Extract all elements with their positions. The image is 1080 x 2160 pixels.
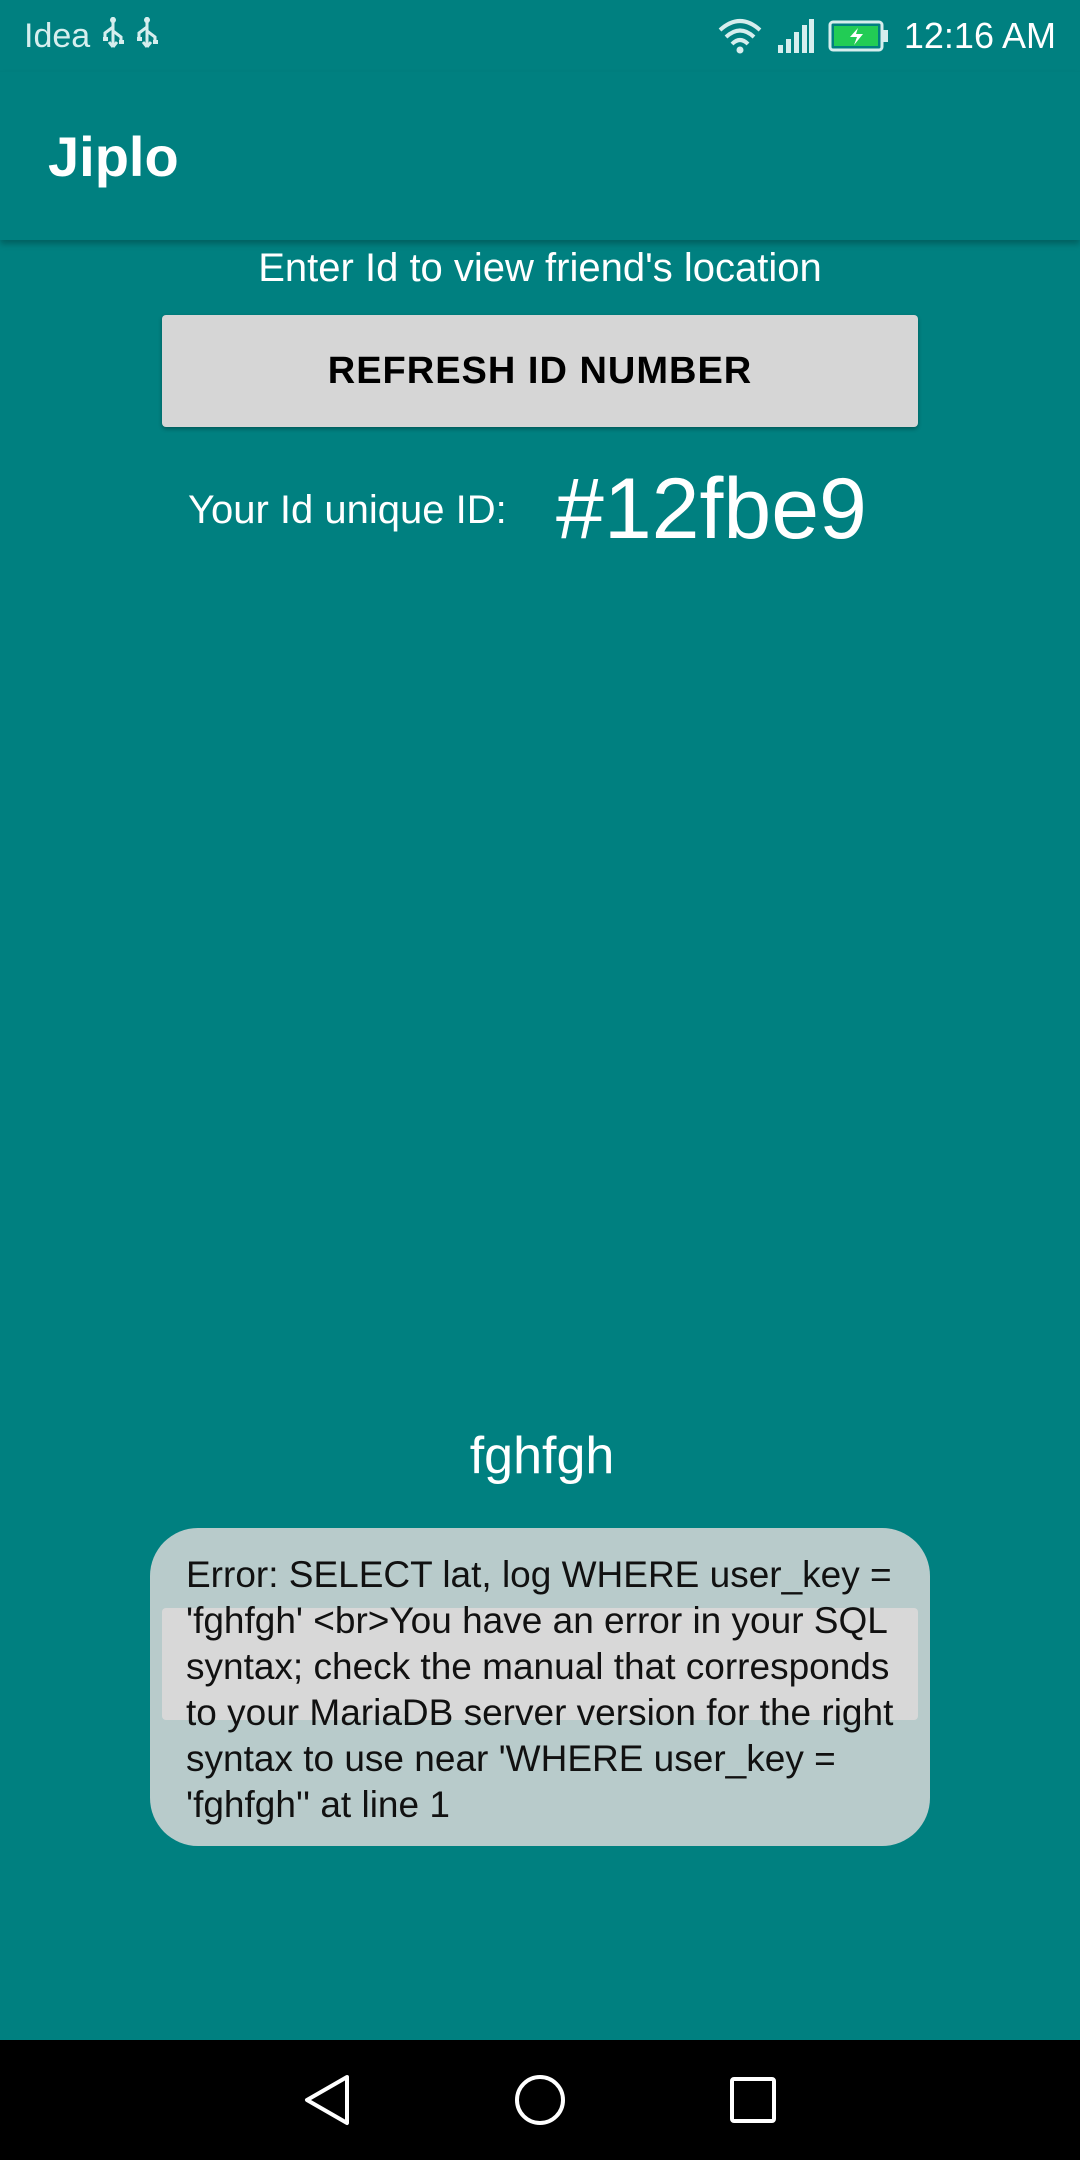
refresh-id-button[interactable]: REFRESH ID NUMBER xyxy=(162,315,918,427)
id-label: Your Id unique ID: xyxy=(188,488,507,532)
carrier-name: Idea xyxy=(24,16,91,55)
usb-icon xyxy=(100,15,126,58)
recents-icon[interactable] xyxy=(713,2060,793,2140)
wifi-icon xyxy=(718,18,762,54)
status-bar: Idea 12:16 AM xyxy=(0,0,1080,72)
status-right: 12:16 AM xyxy=(704,15,1056,57)
error-toast: Error: SELECT lat, log WHERE user_key = … xyxy=(150,1528,930,1846)
navigation-bar xyxy=(0,2040,1080,2160)
instruction-text: Enter Id to view friend's location xyxy=(258,246,822,290)
home-icon[interactable] xyxy=(500,2060,580,2140)
usb-icon xyxy=(134,15,160,58)
back-icon[interactable] xyxy=(287,2060,367,2140)
signal-icon xyxy=(776,19,814,53)
battery-charging-icon xyxy=(828,20,890,52)
id-value: #12fbe9 xyxy=(556,461,867,557)
friend-id-input[interactable] xyxy=(340,1415,744,1497)
app-bar: Jiplo xyxy=(0,72,1080,240)
status-left: Idea xyxy=(24,15,168,58)
app-title: Jiplo xyxy=(48,125,179,188)
status-time: 12:16 AM xyxy=(903,15,1056,56)
